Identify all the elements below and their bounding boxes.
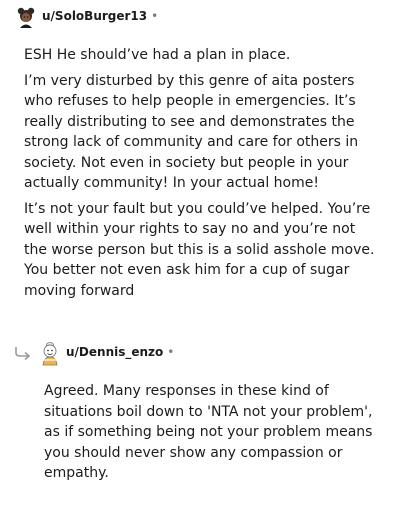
username-text[interactable]: u/Dennis_enzo [66,345,163,359]
meta-separator: • [167,345,175,359]
comment-author[interactable]: u/SoloBurger13 • [42,9,158,23]
comment-body: ESH He should’ve had a plan in place. I’… [24,45,380,306]
reply-arrow-icon [14,345,32,361]
comment-body: Agreed. Many responses in these kind of … [44,381,374,484]
user-avatar-icon[interactable] [14,5,38,29]
comment-paragraph: Agreed. Many responses in these kind of … [44,383,373,481]
username-text[interactable]: u/SoloBurger13 [42,9,147,23]
comment-paragraph: It’s not your fault but you could’ve hel… [24,200,375,299]
comment-author[interactable]: u/Dennis_enzo • [66,345,174,359]
comment-paragraph: I’m very disturbed by this genre of aita… [24,72,359,192]
user-avatar-icon[interactable] [38,340,62,366]
comment-paragraph: ESH He should’ve had a plan in place. [24,47,291,63]
meta-separator: • [151,9,159,23]
